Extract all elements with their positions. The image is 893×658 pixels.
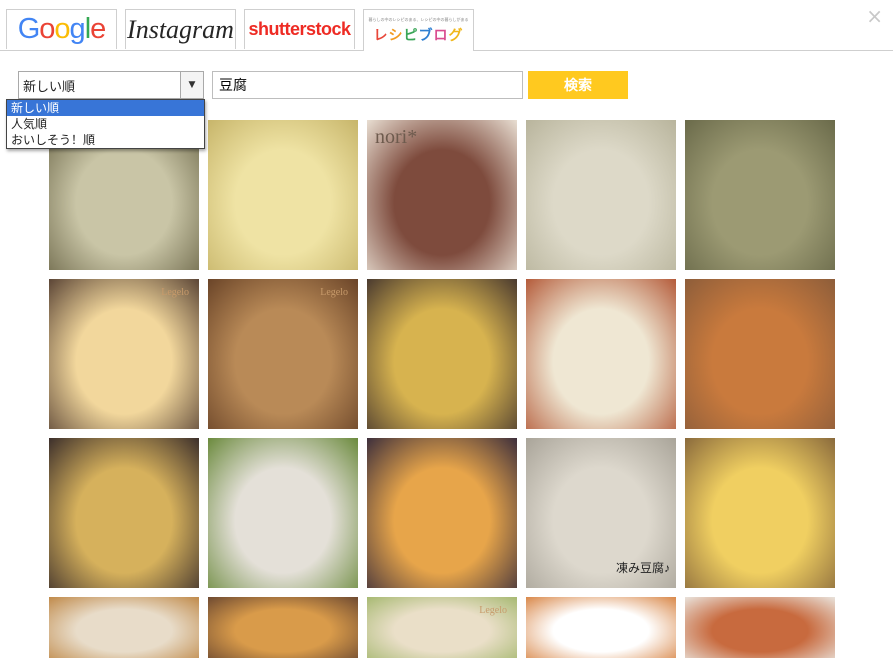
search-input[interactable] [212,71,523,99]
thumbnail-image[interactable] [49,438,199,588]
thumbnail-image[interactable] [208,597,358,658]
thumbnail-image[interactable] [208,438,358,588]
watermark-text: Legelo [161,287,189,298]
sort-select[interactable]: 新しい順 ▼ [18,71,204,99]
sort-dropdown: 新しい順 人気順 おいしそう！順 [6,99,205,149]
close-icon[interactable]: × [866,4,883,28]
chevron-down-icon[interactable]: ▼ [180,72,203,98]
thumbnail-image[interactable]: Legelo [49,279,199,429]
thumbnail-image[interactable] [685,279,835,429]
instagram-logo: Instagram [127,14,234,44]
tab-shutterstock[interactable]: shutterstock [244,9,355,49]
recipe-blog-logo: 暮らしの中のレシピのある、レシピの中の暮らしがある レシピブログ [369,17,469,45]
sort-option-newest[interactable]: 新しい順 [7,100,204,116]
watermark-text: 凍み豆腐♪ [615,561,670,575]
thumbnail-image[interactable] [685,438,835,588]
tab-google[interactable]: Google [6,9,117,49]
recipe-blog-name: レシピブログ [373,27,464,44]
google-logo: Google [17,13,107,45]
thumbnail-image[interactable] [208,120,358,270]
recipe-blog-tagline: 暮らしの中のレシピのある、レシピの中の暮らしがある [368,16,469,22]
watermark-text: Legelo [320,287,348,298]
thumbnail-image[interactable] [526,597,676,658]
sort-option-tasty[interactable]: おいしそう！順 [7,132,204,148]
thumbnail-image[interactable] [526,279,676,429]
thumbnail-image[interactable]: 凍み豆腐♪ [526,438,676,588]
search-button[interactable]: 検索 [528,71,628,99]
thumbnail-image[interactable] [367,279,517,429]
thumbnail-image[interactable]: Legelo [208,279,358,429]
watermark-text: nori* [375,126,418,148]
watermark-text: Legelo [479,605,507,616]
thumbnail-image[interactable]: nori* [367,120,517,270]
thumbnail-image[interactable] [526,120,676,270]
thumbnail-image[interactable] [49,597,199,658]
tab-instagram[interactable]: Instagram [125,9,236,49]
thumbnail-image[interactable] [685,597,835,658]
tab-recipe-blog[interactable]: 暮らしの中のレシピのある、レシピの中の暮らしがある レシピブログ [363,9,474,51]
source-tab-bar: Google Instagram shutterstock 暮らしの中のレシピの… [0,0,893,51]
shutterstock-logo: shutterstock [248,19,351,39]
thumbnail-image[interactable] [367,438,517,588]
sort-option-popular[interactable]: 人気順 [7,116,204,132]
thumbnail-image[interactable] [685,120,835,270]
sort-selected-value: 新しい順 [23,79,76,95]
thumbnail-image[interactable]: Legelo [367,597,517,658]
